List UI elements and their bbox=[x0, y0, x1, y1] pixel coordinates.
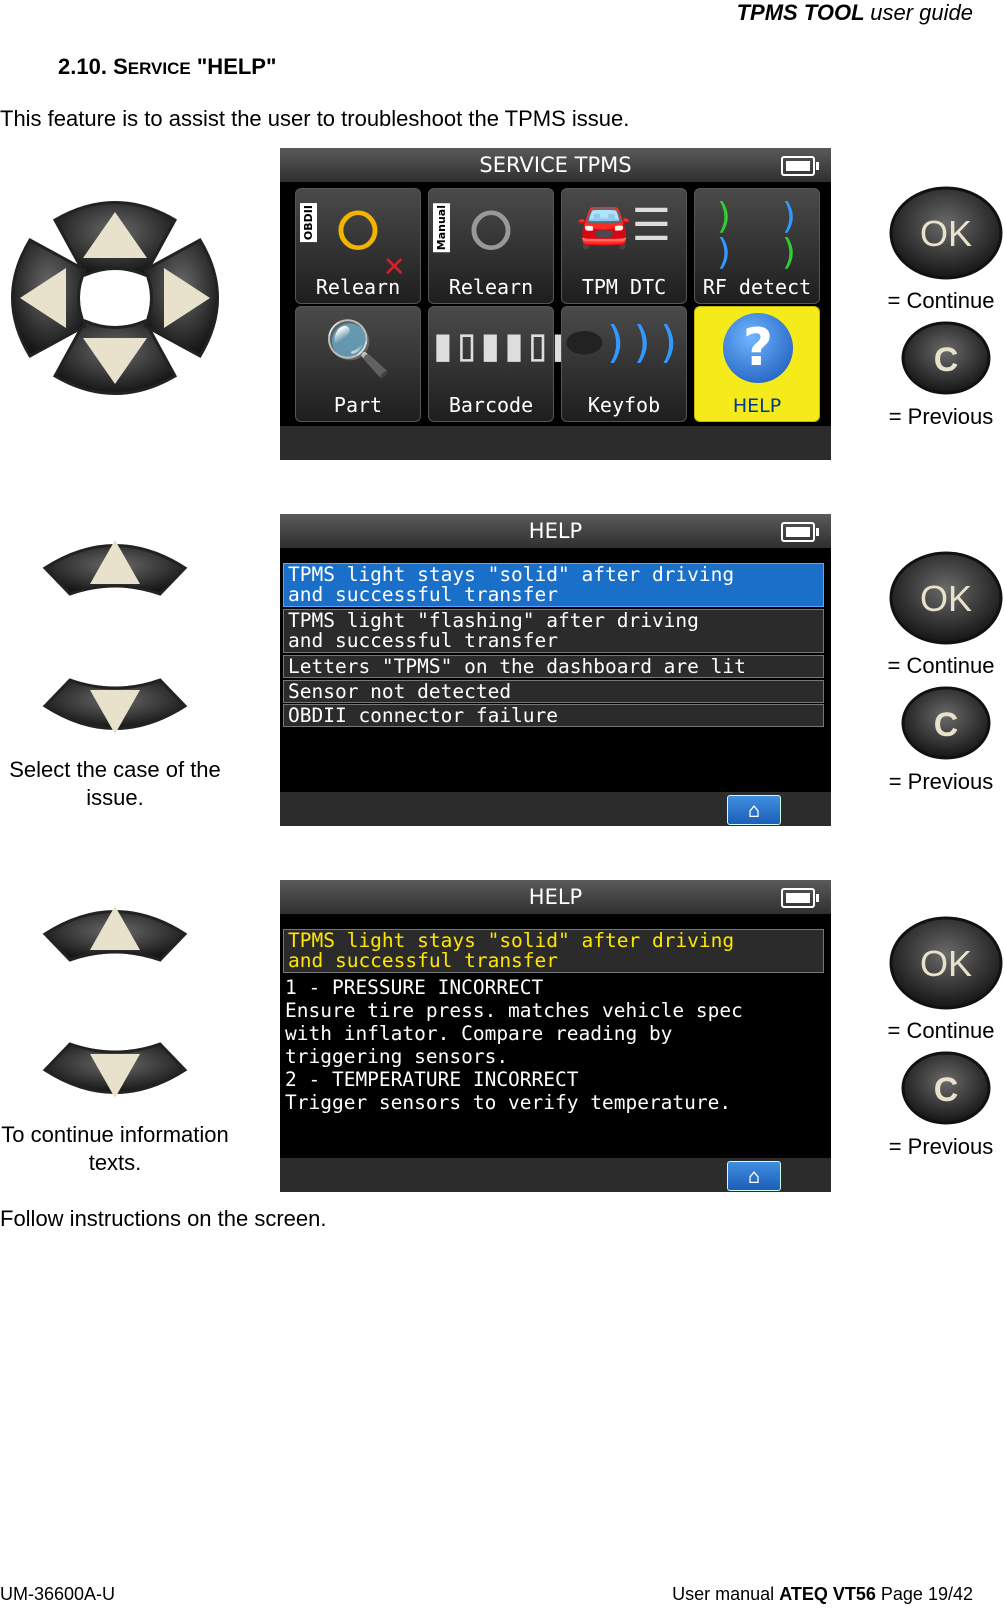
tile-manual-relearn[interactable]: ⭘ Manual Relearn bbox=[428, 188, 554, 304]
previous-label: = Previous bbox=[888, 769, 994, 794]
intro-text: This feature is to assist the user to tr… bbox=[0, 106, 630, 131]
down-key[interactable] bbox=[40, 676, 190, 746]
tile-label: Keyfob bbox=[587, 393, 661, 417]
ok-key-label: OK bbox=[920, 578, 972, 619]
ok-key-label: OK bbox=[920, 943, 972, 984]
tile-label: HELP bbox=[732, 395, 782, 417]
up-key[interactable] bbox=[40, 528, 190, 598]
battery-icon bbox=[781, 888, 819, 908]
help-item-solid[interactable]: TPMS light stays "solid" after driving a… bbox=[283, 563, 824, 607]
help-item-letters-lit[interactable]: Letters "TPMS" on the dashboard are lit bbox=[283, 655, 824, 678]
c-key-label: C bbox=[934, 1071, 959, 1109]
footer-manual-name: ATEQ VT56 bbox=[779, 1584, 876, 1604]
barcode-icon: ▮▯▮▮▯▮ bbox=[429, 317, 575, 371]
section-title-initial: S bbox=[113, 54, 128, 79]
help-selected-case: TPMS light stays "solid" after driving a… bbox=[283, 929, 824, 973]
screen-title: HELP bbox=[280, 514, 831, 548]
tile-keyfob[interactable]: ⬬))) Keyfob bbox=[561, 306, 687, 422]
caption-select-case: Select the case of the issue. bbox=[9, 757, 221, 810]
section-number: 2.10. bbox=[58, 54, 107, 79]
tile-label: Relearn bbox=[448, 275, 534, 299]
tile-barcode[interactable]: ▮▯▮▮▯▮ Barcode bbox=[428, 306, 575, 422]
screen-bottom-bar: ⌂ bbox=[280, 792, 831, 826]
continue-label: = Continue bbox=[887, 288, 995, 313]
ok-key-label: OK bbox=[920, 213, 972, 254]
tile-rf-detect[interactable]: ) )) ) RF detect bbox=[694, 188, 820, 304]
c-key[interactable]: C bbox=[900, 320, 992, 396]
help-item-obdii-failure[interactable]: OBDII connector failure bbox=[283, 704, 824, 727]
manual-badge: Manual bbox=[433, 203, 450, 253]
rf-detect-icon: ) )) ) bbox=[713, 196, 801, 273]
c-key-label: C bbox=[934, 706, 959, 744]
direction-pad bbox=[11, 201, 219, 395]
header-product: TPMS TOOL bbox=[736, 0, 865, 25]
footer-page-number: Page 19/42 bbox=[880, 1584, 973, 1604]
c-key[interactable]: C bbox=[900, 685, 992, 761]
up-key[interactable] bbox=[40, 894, 190, 964]
c-key[interactable]: C bbox=[900, 1050, 992, 1126]
screen-title: HELP bbox=[280, 880, 831, 914]
page-header: TPMS TOOL user guide bbox=[737, 0, 973, 26]
screen-title: SERVICE TPMS bbox=[280, 148, 831, 182]
screen-bottom-bar: ⌂ bbox=[280, 1158, 831, 1192]
tile-label: Relearn bbox=[315, 275, 401, 299]
ok-key[interactable]: OK bbox=[888, 185, 1004, 281]
footer-manual: User manual ATEQ VT56 Page 19/42 bbox=[672, 1584, 973, 1605]
tile-label: Barcode bbox=[448, 393, 534, 417]
help-item-sensor-not-detected[interactable]: Sensor not detected bbox=[283, 680, 824, 703]
section-title-quoted: "HELP" bbox=[196, 54, 277, 79]
footer-manual-prefix: User manual bbox=[672, 1584, 775, 1604]
section-heading: 2.10. SERVICE "HELP" bbox=[58, 54, 276, 80]
dtc-icon: 🚘☰ bbox=[576, 200, 672, 251]
tile-label: Part bbox=[333, 393, 383, 417]
home-icon: ⌂ bbox=[747, 1164, 761, 1188]
caption-continue-info: To continue information texts. bbox=[1, 1122, 229, 1175]
tile-part[interactable]: 🔍 Part bbox=[295, 306, 421, 422]
section-title-rest: ERVICE bbox=[127, 59, 191, 78]
outro-text: Follow instructions on the screen. bbox=[0, 1206, 327, 1231]
screen-help-info: HELP TPMS light stays "solid" after driv… bbox=[280, 880, 831, 1192]
help-info-text: 1 - PRESSURE INCORRECT Ensure tire press… bbox=[285, 976, 743, 1114]
tile-label: TPM DTC bbox=[581, 275, 667, 299]
c-key-label: C bbox=[934, 341, 959, 379]
home-icon: ⌂ bbox=[747, 798, 761, 822]
tile-help[interactable]: ? HELP bbox=[694, 306, 820, 422]
tile-obdii-relearn[interactable]: ⭘ OBDII ✕ Relearn bbox=[295, 188, 421, 304]
previous-label: = Previous bbox=[888, 404, 994, 429]
screen-bottom-bar bbox=[280, 426, 831, 460]
ok-key[interactable]: OK bbox=[888, 915, 1004, 1011]
help-item-flashing[interactable]: TPMS light "flashing" after driving and … bbox=[283, 609, 824, 653]
obdii-badge: OBDII bbox=[300, 203, 317, 243]
header-doc-type: user guide bbox=[870, 0, 973, 25]
down-key[interactable] bbox=[40, 1040, 190, 1110]
help-question-icon: ? bbox=[723, 313, 793, 383]
battery-icon bbox=[781, 522, 819, 542]
previous-label: = Previous bbox=[888, 1134, 994, 1159]
continue-label: = Continue bbox=[887, 653, 995, 678]
home-button[interactable]: ⌂ bbox=[727, 1161, 781, 1191]
keyfob-icon: ⬬))) bbox=[565, 317, 683, 368]
part-magnifier-icon: 🔍 bbox=[324, 317, 392, 380]
screen-service-tpms: SERVICE TPMS ⭘ OBDII ✕ Relearn ⭘ Manual … bbox=[280, 148, 831, 460]
tile-tpm-dtc[interactable]: 🚘☰ TPM DTC bbox=[561, 188, 687, 304]
ok-key[interactable]: OK bbox=[888, 550, 1004, 646]
continue-label: = Continue bbox=[887, 1018, 995, 1043]
screen-help-list: HELP TPMS light stays "solid" after driv… bbox=[280, 514, 831, 826]
battery-icon bbox=[781, 156, 819, 176]
footer-code: UM-36600A-U bbox=[0, 1584, 116, 1604]
home-button[interactable]: ⌂ bbox=[727, 795, 781, 825]
tile-label: RF detect bbox=[702, 275, 812, 299]
